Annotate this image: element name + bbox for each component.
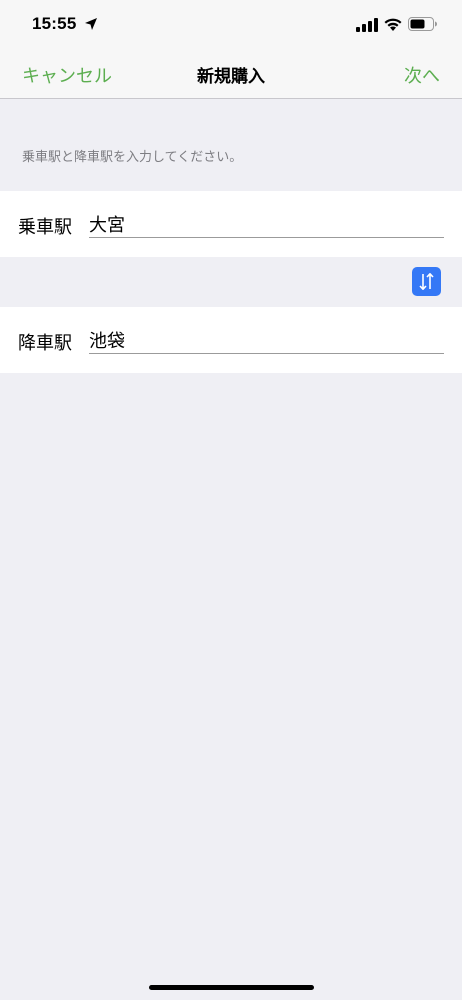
swap-arrows-icon (419, 273, 434, 290)
arrival-station-input[interactable] (89, 327, 444, 354)
cellular-signal-icon (356, 18, 378, 32)
wifi-icon (384, 18, 402, 31)
departure-station-input[interactable] (89, 211, 444, 238)
arrival-station-row: 降車駅 (0, 307, 462, 373)
status-time: 15:55 (32, 14, 77, 33)
status-bar: 15:55 (0, 0, 462, 50)
home-indicator[interactable] (149, 985, 314, 990)
departure-station-row: 乗車駅 (0, 191, 462, 257)
instruction-text: 乗車駅と降車駅を入力してください。 (22, 150, 243, 165)
swap-stations-button[interactable] (412, 267, 441, 296)
next-button[interactable]: 次へ (404, 62, 440, 88)
arrival-station-label: 降車駅 (18, 333, 72, 354)
battery-icon (408, 17, 437, 31)
navigation-bar: キャンセル 新規購入 次へ (0, 50, 462, 99)
location-arrow-icon (85, 18, 97, 30)
departure-station-label: 乗車駅 (18, 217, 72, 238)
page-title: 新規購入 (197, 67, 265, 87)
